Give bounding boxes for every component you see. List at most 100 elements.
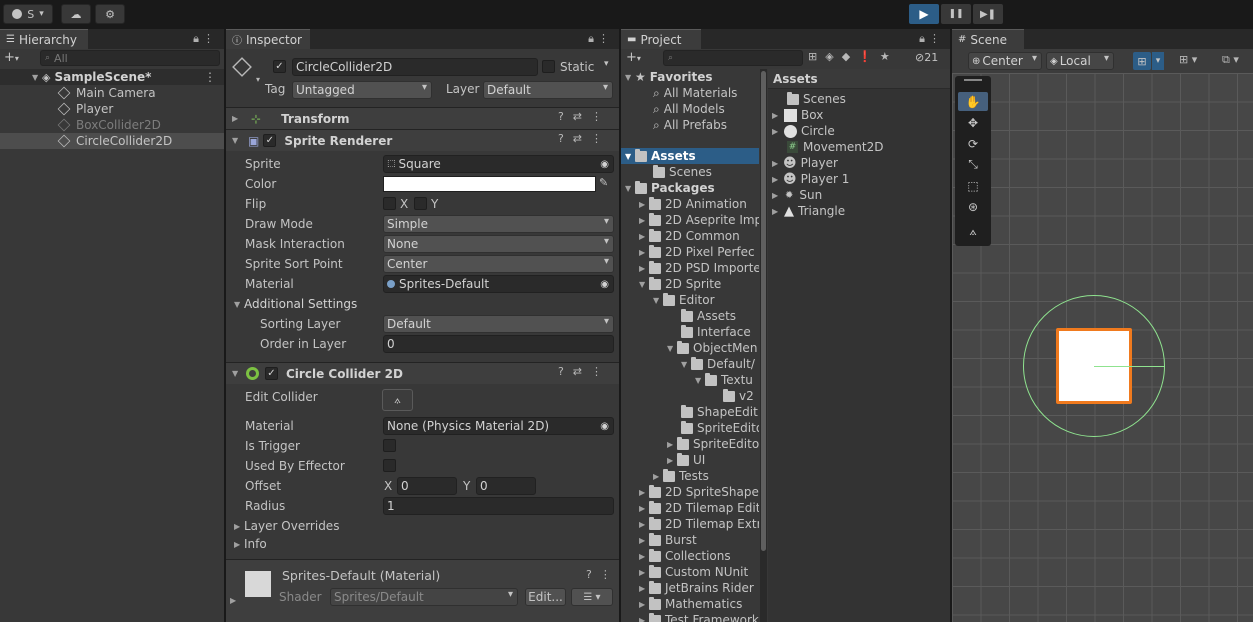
object-picker-icon[interactable]: ◉ — [600, 421, 609, 432]
pivot-rotation-dropdown[interactable]: ◈ Local — [1046, 52, 1114, 70]
tree-folder-jetbrains-rider[interactable]: ▶ JetBrains Rider — [621, 580, 759, 596]
tree-folder-test-framework[interactable]: ▶ Test Framework — [621, 612, 759, 622]
flip-x-checkbox[interactable] — [383, 197, 396, 210]
favorite-all-materials[interactable]: ⌕ All Materials — [621, 85, 759, 101]
sprite-renderer-header[interactable]: ▼ ▣ ✓ Sprite Renderer ?⇄⋮ — [226, 129, 619, 151]
hand-tool-button[interactable]: ✋ — [958, 92, 988, 111]
tree-folder-objectmenu[interactable]: ▼ ObjectMen — [621, 340, 759, 356]
asset-player-1[interactable]: ▶ ☻ Player 1 — [768, 171, 950, 187]
order-in-layer-input[interactable]: 0 — [383, 335, 614, 353]
asset-triangle[interactable]: ▶ ▲ Triangle — [768, 203, 950, 219]
shader-options-button[interactable]: ☰ ▾ — [571, 588, 613, 606]
tree-folder-scenes[interactable]: Scenes — [621, 164, 759, 180]
layer-dropdown[interactable]: Default — [483, 81, 613, 99]
tab-project[interactable]: ▬ Project — [621, 29, 701, 49]
tree-folder-v2[interactable]: v2 — [621, 388, 759, 404]
hierarchy-item-boxcollider2d[interactable]: BoxCollider2D — [0, 117, 224, 133]
circle-collider-enabled-checkbox[interactable]: ✓ — [265, 367, 278, 380]
asset-box[interactable]: ▶ Box — [768, 107, 950, 123]
tree-folder-assets[interactable]: ▼ Assets — [621, 148, 759, 164]
sprite-renderer-enabled-checkbox[interactable]: ✓ — [263, 134, 277, 147]
offset-x-input[interactable]: 0 — [397, 477, 457, 495]
step-button[interactable]: ▶❚ — [973, 4, 1003, 24]
asset-movement2d[interactable]: # Movement2D — [768, 139, 950, 155]
favorite-all-prefabs[interactable]: ⌕ All Prefabs — [621, 117, 759, 133]
shader-dropdown[interactable]: Sprites/Default — [330, 588, 518, 606]
scale-tool-button[interactable]: ⤡ — [958, 155, 988, 174]
tree-folder-2d-sprite[interactable]: ▼ 2D Sprite — [621, 276, 759, 292]
material-field[interactable]: Sprites-Default ◉ — [383, 275, 614, 293]
color-swatch[interactable] — [383, 176, 596, 192]
circle-collider-header[interactable]: ▼ ✓ Circle Collider 2D ?⇄⋮ — [226, 362, 619, 384]
tree-folder-2d-animation[interactable]: ▶ 2D Animation — [621, 196, 759, 212]
physics-material-field[interactable]: None (Physics Material 2D) ◉ — [383, 417, 614, 435]
component-menu[interactable]: ?⇄⋮ — [558, 132, 611, 145]
sprite-field[interactable]: ⬚ Square ◉ — [383, 155, 614, 173]
snap-settings-icon[interactable]: ⧉ ▾ — [1222, 53, 1239, 67]
object-name-field[interactable]: CircleCollider2D — [292, 58, 538, 76]
asset-sun[interactable]: ▶ ✹ Sun — [768, 187, 950, 203]
grid-snap-toggle[interactable]: ⊞ — [1133, 52, 1151, 70]
play-button[interactable]: ▶ — [909, 4, 939, 24]
active-checkbox[interactable]: ✓ — [273, 60, 286, 73]
tree-folder-2d-aseprite[interactable]: ▶ 2D Aseprite Imp — [621, 212, 759, 228]
rotate-tool-button[interactable]: ⟳ — [958, 134, 988, 153]
info-foldout[interactable]: ▶ Info — [234, 535, 267, 553]
transform-tool-button[interactable]: ⊛ — [958, 197, 988, 216]
additional-settings-foldout[interactable]: ▼ Additional Settings — [234, 295, 357, 313]
hidden-packages-toggle[interactable]: ⊘21 — [915, 51, 938, 64]
chevron-down-icon[interactable]: ▾ — [1152, 52, 1164, 70]
edit-collider-button[interactable]: ⟑ — [382, 389, 413, 411]
scene-viewport[interactable] — [952, 73, 1253, 622]
component-menu[interactable]: ?⇄⋮ — [558, 110, 611, 123]
chevron-down-icon[interactable]: ▾ — [604, 59, 609, 69]
tree-folder-2d-pixel-perfect[interactable]: ▶ 2D Pixel Perfec — [621, 244, 759, 260]
tab-inspector[interactable]: ⓘ Inspector — [226, 29, 310, 49]
favorite-all-models[interactable]: ⌕ All Models — [621, 101, 759, 117]
asset-scenes[interactable]: Scenes — [768, 91, 950, 107]
pivot-mode-dropdown[interactable]: ⊕ Center — [968, 52, 1042, 70]
increment-snap-icon[interactable]: ⊞ ▾ — [1179, 53, 1197, 66]
object-picker-icon[interactable]: ◉ — [600, 159, 609, 170]
tree-folder-2d-tilemap-extras[interactable]: ▶ 2D Tilemap Extr — [621, 516, 759, 532]
hierarchy-item-player[interactable]: Player — [0, 101, 224, 117]
create-dropdown[interactable]: +▾ — [626, 50, 641, 65]
draw-mode-dropdown[interactable]: Simple — [383, 215, 614, 233]
account-button[interactable]: S ▾ — [3, 4, 53, 24]
tree-folder-textures[interactable]: ▼ Textu — [621, 372, 759, 388]
services-button[interactable]: ⚙ — [95, 4, 125, 24]
chevron-down-icon[interactable]: ▾ — [256, 75, 260, 84]
panel-menu[interactable]: 🔒︎⋮ — [919, 32, 944, 46]
tree-folder-editor-assets[interactable]: Assets — [621, 308, 759, 324]
expand-triangle-icon[interactable]: ▶ — [230, 596, 236, 605]
tab-scene[interactable]: # Scene — [952, 29, 1024, 49]
tree-folder-tests[interactable]: ▶ Tests — [621, 468, 759, 484]
tree-folder-2d-common[interactable]: ▶ 2D Common — [621, 228, 759, 244]
tree-folder-2d-tilemap-editor[interactable]: ▶ 2D Tilemap Edit — [621, 500, 759, 516]
edit-collider-tool-button[interactable]: ⟑ — [958, 222, 988, 241]
hierarchy-item-circlecollider2d[interactable]: CircleCollider2D — [0, 133, 224, 149]
edit-shader-button[interactable]: Edit... — [525, 588, 566, 606]
panel-menu[interactable]: 🔒︎⋮ — [193, 32, 218, 46]
panel-menu[interactable]: 🔒︎⋮ — [588, 32, 613, 46]
drag-handle-icon[interactable] — [964, 79, 982, 81]
tree-folder-custom-nunit[interactable]: ▶ Custom NUnit — [621, 564, 759, 580]
tree-folder-shapeeditor[interactable]: ShapeEdit — [621, 404, 759, 420]
object-picker-icon[interactable]: ◉ — [600, 279, 609, 290]
tree-folder-default[interactable]: ▼ Default/ — [621, 356, 759, 372]
transform-header[interactable]: ▶ ⊹ Transform ?⇄⋮ — [226, 107, 619, 129]
tree-folder-editor[interactable]: ▼ Editor — [621, 292, 759, 308]
project-search-input[interactable]: ⌕ — [663, 50, 803, 66]
tab-hierarchy[interactable]: ☰ Hierarchy — [0, 29, 88, 49]
tree-folder-spriteeditor-2[interactable]: ▶ SpriteEdito — [621, 436, 759, 452]
sort-point-dropdown[interactable]: Center — [383, 255, 614, 273]
tree-folder-mathematics[interactable]: ▶ Mathematics — [621, 596, 759, 612]
tree-folder-collections[interactable]: ▶ Collections — [621, 548, 759, 564]
move-tool-button[interactable]: ✥ — [958, 113, 988, 132]
asset-circle[interactable]: ▶ Circle — [768, 123, 950, 139]
static-checkbox[interactable] — [542, 60, 555, 73]
tree-folder-spriteeditor-1[interactable]: SpriteEdito — [621, 420, 759, 436]
used-by-effector-checkbox[interactable] — [383, 459, 396, 472]
tree-folder-2d-spriteshape[interactable]: ▶ 2D SpriteShape — [621, 484, 759, 500]
project-filter-toolbar[interactable]: ⊞◈◆❗★ — [808, 50, 898, 63]
